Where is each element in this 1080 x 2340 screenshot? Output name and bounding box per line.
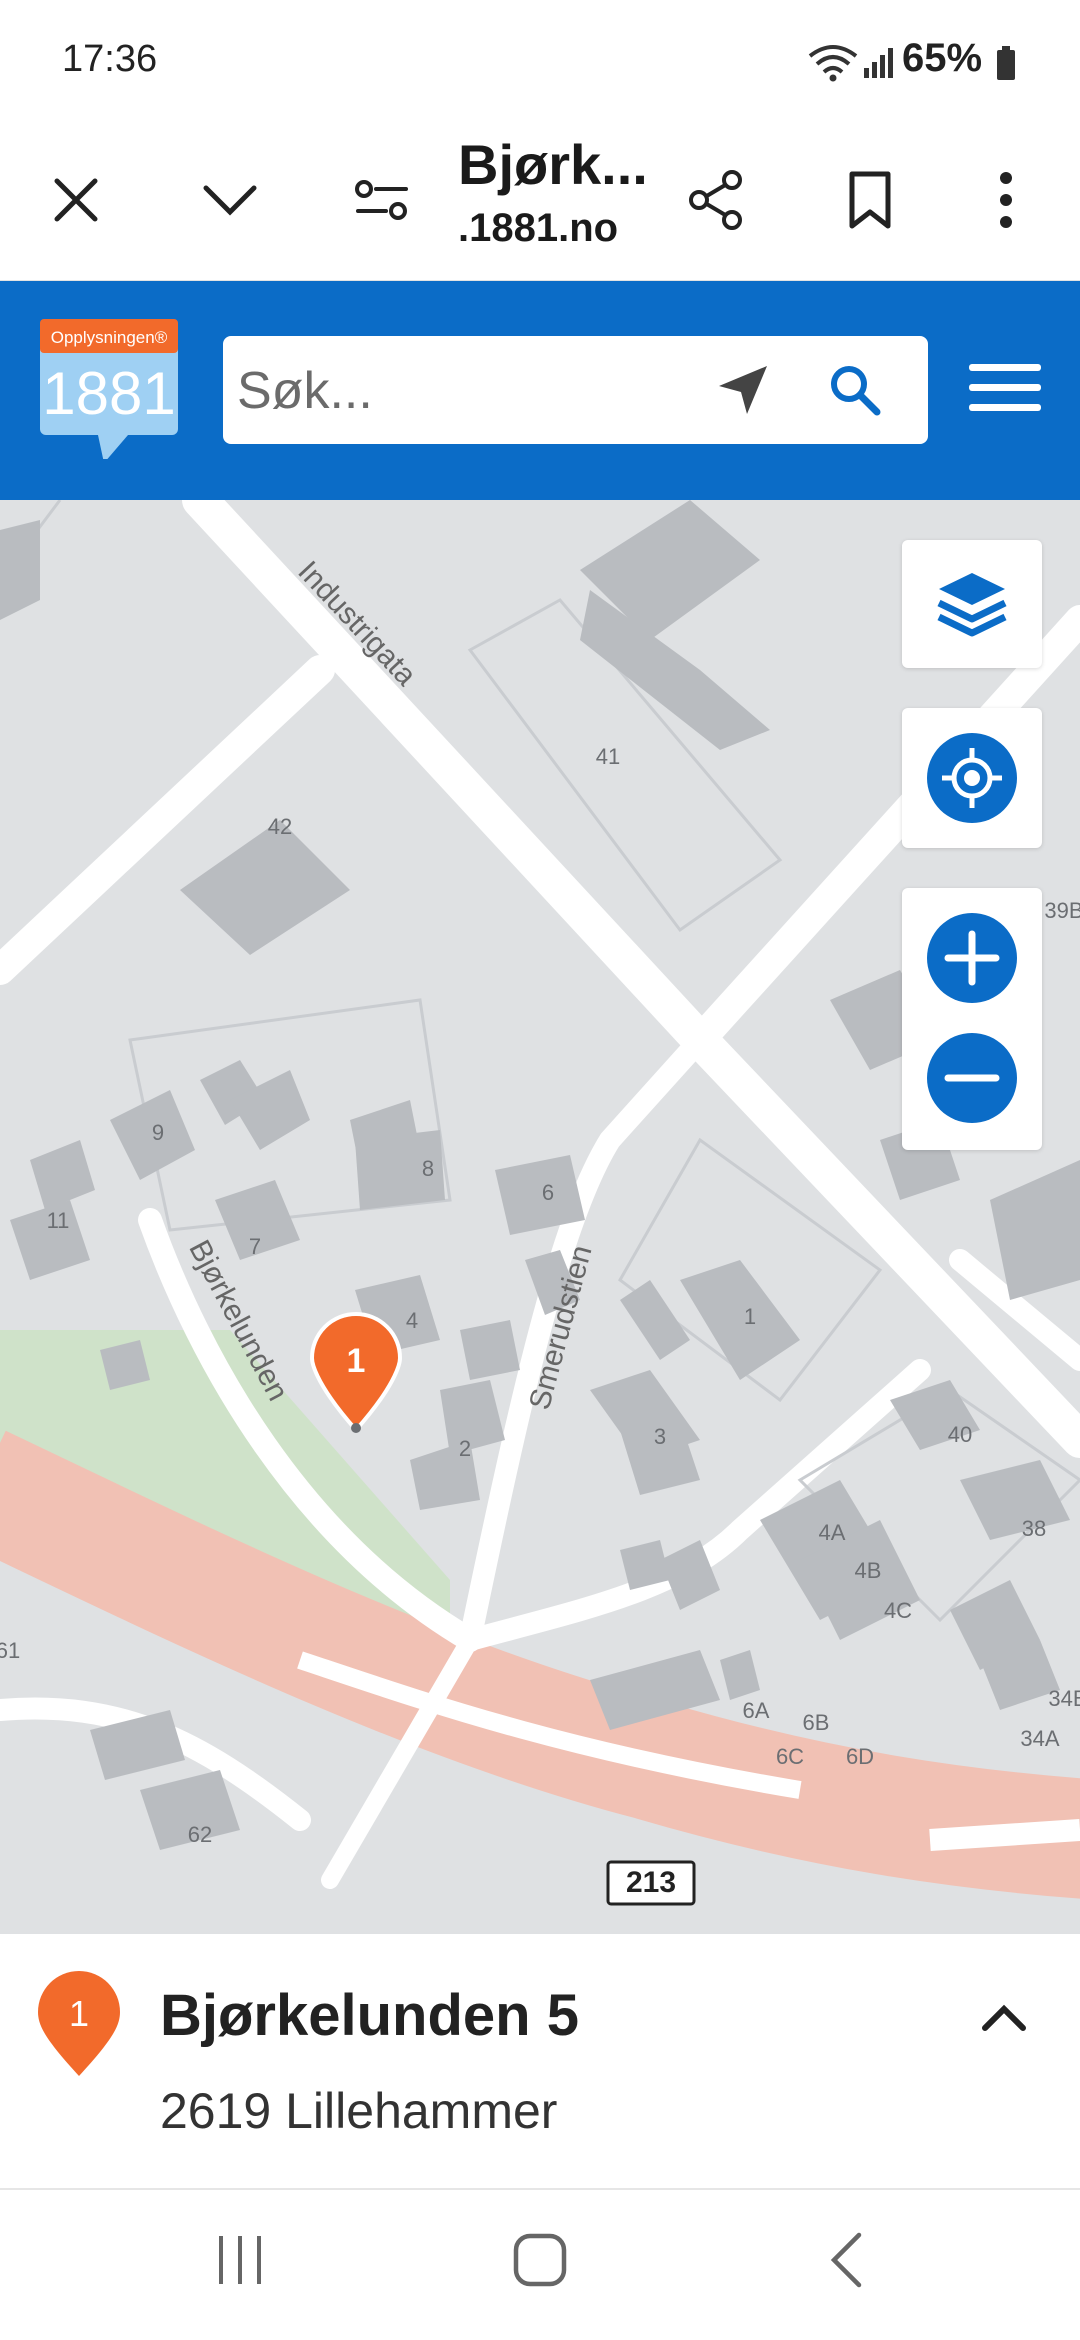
map-marker-label: 1 — [347, 1342, 366, 1380]
battery-percent: 65% — [902, 36, 983, 80]
logo-1881[interactable]: Opplysningen® 1881 — [38, 317, 180, 459]
house-number: 62 — [188, 1822, 212, 1847]
result-marker-label: 1 — [69, 1993, 89, 2034]
browser-page-title: Bjørk... — [458, 133, 648, 196]
share-button[interactable] — [676, 160, 756, 240]
page-settings-button[interactable] — [342, 160, 422, 240]
house-number: 4C — [884, 1598, 912, 1623]
recent-apps-icon — [219, 2236, 261, 2284]
logo-tag: Opplysningen® — [51, 328, 168, 347]
collapse-button[interactable] — [190, 160, 270, 240]
home-icon — [513, 2233, 567, 2287]
search-input[interactable] — [235, 350, 719, 432]
app-header: Opplysningen® 1881 — [0, 281, 1080, 500]
chevron-down-icon — [203, 185, 257, 216]
house-number: 6A — [743, 1698, 770, 1723]
result-marker-icon: 1 — [38, 1971, 120, 2076]
more-options-button[interactable] — [966, 160, 1046, 240]
wifi-icon — [808, 45, 858, 82]
browser-domain[interactable]: .1881.no — [458, 206, 618, 251]
house-number: 8 — [422, 1156, 434, 1181]
house-number: 4A — [819, 1520, 846, 1545]
house-number: 1 — [744, 1304, 756, 1329]
house-number: 6 — [542, 1180, 554, 1205]
layers-button[interactable] — [902, 540, 1042, 668]
chevron-up-icon — [982, 2004, 1026, 2031]
back-button[interactable] — [806, 2220, 886, 2300]
status-bar: 17:36 65% — [0, 0, 1080, 120]
house-number: 4B — [855, 1558, 882, 1583]
map-view[interactable]: Industrigata Bjørkelunden Smerudstien 41… — [0, 500, 1080, 1934]
house-number: 39B — [1044, 898, 1080, 923]
result-panel[interactable]: 1 Bjørkelunden 5 2619 Lillehammer — [0, 1934, 1080, 2190]
status-time: 17:36 — [62, 38, 158, 80]
zoom-controls — [902, 888, 1042, 1150]
house-number: 2 — [459, 1436, 471, 1461]
layers-icon — [937, 573, 1007, 637]
system-nav-bar — [0, 2190, 1080, 2340]
house-number: 41 — [596, 744, 620, 769]
home-button[interactable] — [500, 2220, 580, 2300]
house-number: 4 — [406, 1308, 418, 1333]
more-vert-icon — [1000, 172, 1012, 228]
house-number: 6D — [846, 1744, 874, 1769]
house-number: 38 — [1022, 1516, 1046, 1541]
house-number: 3 — [654, 1424, 666, 1449]
search-box — [223, 336, 928, 444]
browser-toolbar: Bjørk... .1881.no — [0, 120, 1080, 281]
back-icon — [830, 2232, 862, 2288]
tune-icon — [355, 180, 408, 220]
zoom-out-icon — [944, 1074, 1000, 1082]
house-number: 7 — [249, 1234, 261, 1259]
house-number: 40 — [948, 1422, 972, 1447]
menu-button[interactable] — [960, 343, 1050, 433]
locate-icon — [927, 733, 1017, 823]
house-number: 6C — [776, 1744, 804, 1769]
house-number: 34B — [1048, 1686, 1080, 1711]
recent-apps-button[interactable] — [200, 2220, 280, 2300]
battery-icon — [997, 46, 1015, 80]
locate-button[interactable] — [902, 708, 1042, 848]
search-button[interactable] — [815, 350, 895, 430]
close-button[interactable] — [36, 160, 116, 240]
house-number: 34A — [1020, 1726, 1059, 1751]
result-address: 2619 Lillehammer — [160, 2083, 558, 2139]
bookmark-icon — [849, 171, 891, 229]
expand-result-button[interactable] — [964, 1978, 1044, 2058]
bookmark-button[interactable] — [830, 160, 910, 240]
zoom-out-button[interactable] — [927, 1033, 1017, 1123]
signal-icon — [864, 48, 893, 78]
logo-number: 1881 — [42, 360, 175, 427]
close-icon — [54, 178, 98, 222]
house-number: 11 — [47, 1208, 70, 1233]
house-number: 9 — [152, 1120, 164, 1145]
house-number: 6B — [803, 1710, 830, 1735]
zoom-in-button[interactable] — [927, 913, 1017, 1003]
house-number: 42 — [268, 814, 292, 839]
location-arrow-icon — [719, 366, 767, 414]
search-icon — [831, 366, 881, 416]
hamburger-icon — [969, 364, 1041, 411]
zoom-in-icon — [944, 930, 1000, 986]
result-name[interactable]: Bjørkelunden 5 — [160, 1982, 579, 2049]
share-icon — [689, 170, 742, 230]
use-location-button[interactable] — [703, 350, 783, 430]
house-number: 61 — [0, 1638, 20, 1663]
road-shield-213: 213 — [626, 1866, 676, 1899]
